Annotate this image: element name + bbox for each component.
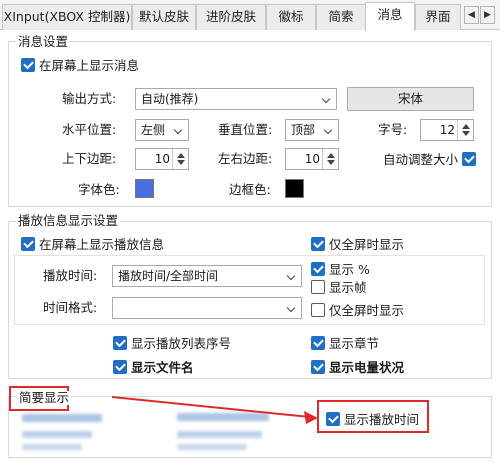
checkbox-icon [326,411,340,426]
show-play-time-checkbox[interactable]: 显示播放时间 [326,409,419,428]
annotation-arrow-icon [111,396,318,424]
tab-message[interactable]: 消息 [365,2,415,31]
